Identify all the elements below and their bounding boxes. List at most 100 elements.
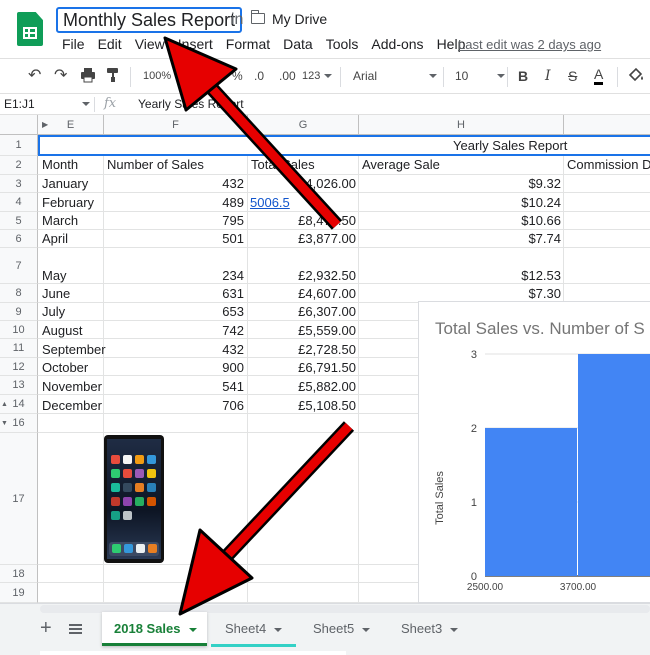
chevron-down-icon[interactable] xyxy=(362,627,371,632)
tab-sheet4[interactable]: Sheet4 xyxy=(213,612,294,646)
total-cell[interactable]: £4,026.00 xyxy=(248,175,356,193)
row-header[interactable]: 17 xyxy=(0,433,38,565)
average-cell[interactable]: $9.32 xyxy=(359,175,561,193)
header-cell-average-sale[interactable]: Average Sale xyxy=(362,156,440,174)
paint-format-icon[interactable] xyxy=(106,67,120,87)
number-cell[interactable]: 900 xyxy=(104,359,244,377)
zoom-select[interactable]: 100% xyxy=(143,67,171,85)
more-formats-button[interactable]: 123 xyxy=(302,67,333,85)
header-cell-number-of-sales[interactable]: Number of Sales xyxy=(107,156,204,174)
column-header-h[interactable]: H xyxy=(359,115,564,135)
row-header[interactable]: 9 xyxy=(0,303,38,321)
italic-button[interactable]: I xyxy=(545,67,551,85)
month-cell[interactable]: June xyxy=(42,285,70,303)
last-edit-link[interactable]: Last edit was 2 days ago xyxy=(458,37,601,52)
redo-icon[interactable]: ↷ xyxy=(54,67,67,85)
add-sheet-icon[interactable]: + xyxy=(40,618,52,638)
menu-addons[interactable]: Add-ons xyxy=(371,36,423,54)
number-cell[interactable]: 432 xyxy=(104,341,244,359)
month-cell[interactable]: January xyxy=(42,175,88,193)
total-cell[interactable]: £5,108.50 xyxy=(248,397,356,415)
number-cell[interactable]: 706 xyxy=(104,397,244,415)
total-cell[interactable]: £3,877.00 xyxy=(248,230,356,248)
chevron-down-icon[interactable] xyxy=(274,627,283,632)
month-cell[interactable]: July xyxy=(42,303,65,321)
text-color-button[interactable]: A xyxy=(594,67,604,85)
month-cell[interactable]: September xyxy=(42,341,106,359)
row-header[interactable]: 13 xyxy=(0,376,38,395)
row-header[interactable]: 3 xyxy=(0,175,38,193)
increase-decimal-button[interactable]: .00 xyxy=(279,67,296,85)
folder-icon[interactable] xyxy=(250,10,265,24)
font-family-select[interactable]: Arial xyxy=(353,67,437,85)
tab-sheet3[interactable]: Sheet3 xyxy=(389,612,470,646)
fill-color-icon[interactable] xyxy=(627,67,645,87)
number-cell[interactable]: 541 xyxy=(104,378,244,396)
undo-icon[interactable]: ↶ xyxy=(28,67,41,85)
header-cell-commission[interactable]: Commission Da xyxy=(567,156,650,174)
average-cell[interactable]: $7.74 xyxy=(359,230,561,248)
month-cell[interactable]: November xyxy=(42,378,102,396)
row-header[interactable]: 4 xyxy=(0,193,38,212)
row-header[interactable]: 8 xyxy=(0,284,38,303)
row-header[interactable]: 7 xyxy=(0,248,38,284)
menu-data[interactable]: Data xyxy=(283,36,313,54)
header-cell-month[interactable]: Month xyxy=(42,156,78,174)
month-cell[interactable]: May xyxy=(42,267,67,285)
month-cell[interactable]: August xyxy=(42,322,82,340)
formula-input[interactable]: Yearly Sales Report xyxy=(138,97,244,111)
column-header-f[interactable]: F xyxy=(104,115,248,135)
embedded-chart[interactable]: Total Sales vs. Number of S Total Sales … xyxy=(418,301,650,603)
number-cell[interactable]: 795 xyxy=(104,212,244,230)
month-cell[interactable]: October xyxy=(42,359,88,377)
total-cell-link[interactable]: 5006.5 xyxy=(250,194,290,212)
expand-down-icon[interactable]: ▼ xyxy=(1,414,8,433)
row-header[interactable]: 5 xyxy=(0,212,38,230)
collapse-arrow-icon[interactable]: ▶ xyxy=(42,115,48,135)
chart-bar[interactable] xyxy=(485,428,577,576)
number-cell[interactable]: 234 xyxy=(104,267,244,285)
expand-up-icon[interactable]: ▲ xyxy=(1,395,8,414)
number-cell[interactable]: 631 xyxy=(104,285,244,303)
average-cell[interactable]: $12.53 xyxy=(359,267,561,285)
number-cell[interactable]: 653 xyxy=(104,303,244,321)
tab-2018-sales[interactable]: 2018 Sales xyxy=(102,612,207,646)
menu-edit[interactable]: Edit xyxy=(98,36,122,54)
total-cell[interactable]: £2,932.50 xyxy=(248,267,356,285)
total-cell[interactable]: £5,882.00 xyxy=(248,378,356,396)
total-cell[interactable]: £8,474.50 xyxy=(248,212,356,230)
tab-sheet5[interactable]: Sheet5 xyxy=(301,612,382,646)
total-cell[interactable]: £4,607.00 xyxy=(248,285,356,303)
percent-format-button[interactable]: % xyxy=(232,67,243,85)
row-header[interactable]: ▲ 14 xyxy=(0,395,38,414)
name-box[interactable]: E1:J1 xyxy=(4,97,35,111)
row-header[interactable]: 18 xyxy=(0,565,38,583)
total-cell[interactable]: £5,559.00 xyxy=(248,322,356,340)
phone-image[interactable] xyxy=(104,435,164,563)
average-cell[interactable]: $10.24 xyxy=(359,194,561,212)
total-cell[interactable]: £6,307.00 xyxy=(248,303,356,321)
menu-tools[interactable]: Tools xyxy=(326,36,359,54)
column-header-i[interactable] xyxy=(564,115,650,135)
header-cell-total-sales[interactable]: Total Sales xyxy=(251,156,315,174)
month-cell[interactable]: February xyxy=(42,194,94,212)
all-sheets-icon[interactable] xyxy=(69,624,82,634)
row-header[interactable]: 2 xyxy=(0,156,38,175)
row-header[interactable]: 6 xyxy=(0,230,38,248)
chart-bar[interactable] xyxy=(578,354,650,576)
sheets-logo-icon[interactable] xyxy=(17,12,43,46)
menu-file[interactable]: File xyxy=(62,36,85,54)
report-title-cell[interactable]: Yearly Sales Report xyxy=(453,137,567,155)
menu-view[interactable]: View xyxy=(135,36,165,54)
number-cell[interactable]: 432 xyxy=(104,175,244,193)
select-all-corner[interactable] xyxy=(0,115,38,135)
month-cell[interactable]: December xyxy=(42,397,102,415)
column-header-g[interactable]: G xyxy=(248,115,359,135)
bold-button[interactable]: B xyxy=(518,67,528,85)
number-cell[interactable]: 742 xyxy=(104,322,244,340)
decrease-decimal-button[interactable]: .0 xyxy=(254,67,264,85)
row-header[interactable]: 19 xyxy=(0,583,38,603)
font-size-select[interactable]: 10 xyxy=(455,67,505,85)
row-header[interactable]: 12 xyxy=(0,358,38,376)
row-header[interactable]: 10 xyxy=(0,321,38,339)
